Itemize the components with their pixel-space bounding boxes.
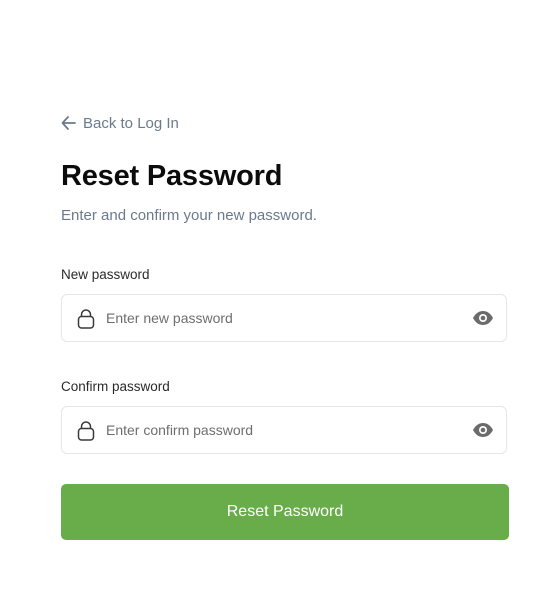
eye-icon[interactable] bbox=[471, 306, 495, 330]
confirm-password-label: Confirm password bbox=[61, 379, 170, 394]
page-subtitle: Enter and confirm your new password. bbox=[61, 207, 317, 224]
back-link-label: Back to Log In bbox=[83, 114, 179, 132]
new-password-field bbox=[61, 294, 507, 342]
arrow-left-icon bbox=[61, 116, 76, 130]
lock-icon bbox=[76, 307, 96, 329]
confirm-password-field bbox=[61, 406, 507, 454]
lock-icon bbox=[76, 419, 96, 441]
confirm-password-input[interactable] bbox=[106, 407, 471, 453]
back-to-login-link[interactable]: Back to Log In bbox=[61, 113, 179, 133]
reset-password-button[interactable]: Reset Password bbox=[61, 484, 509, 540]
page-title: Reset Password bbox=[61, 160, 283, 192]
new-password-input[interactable] bbox=[106, 295, 471, 341]
reset-password-page: Back to Log In Reset Password Enter and … bbox=[0, 0, 534, 609]
eye-icon[interactable] bbox=[471, 418, 495, 442]
new-password-label: New password bbox=[61, 267, 150, 282]
